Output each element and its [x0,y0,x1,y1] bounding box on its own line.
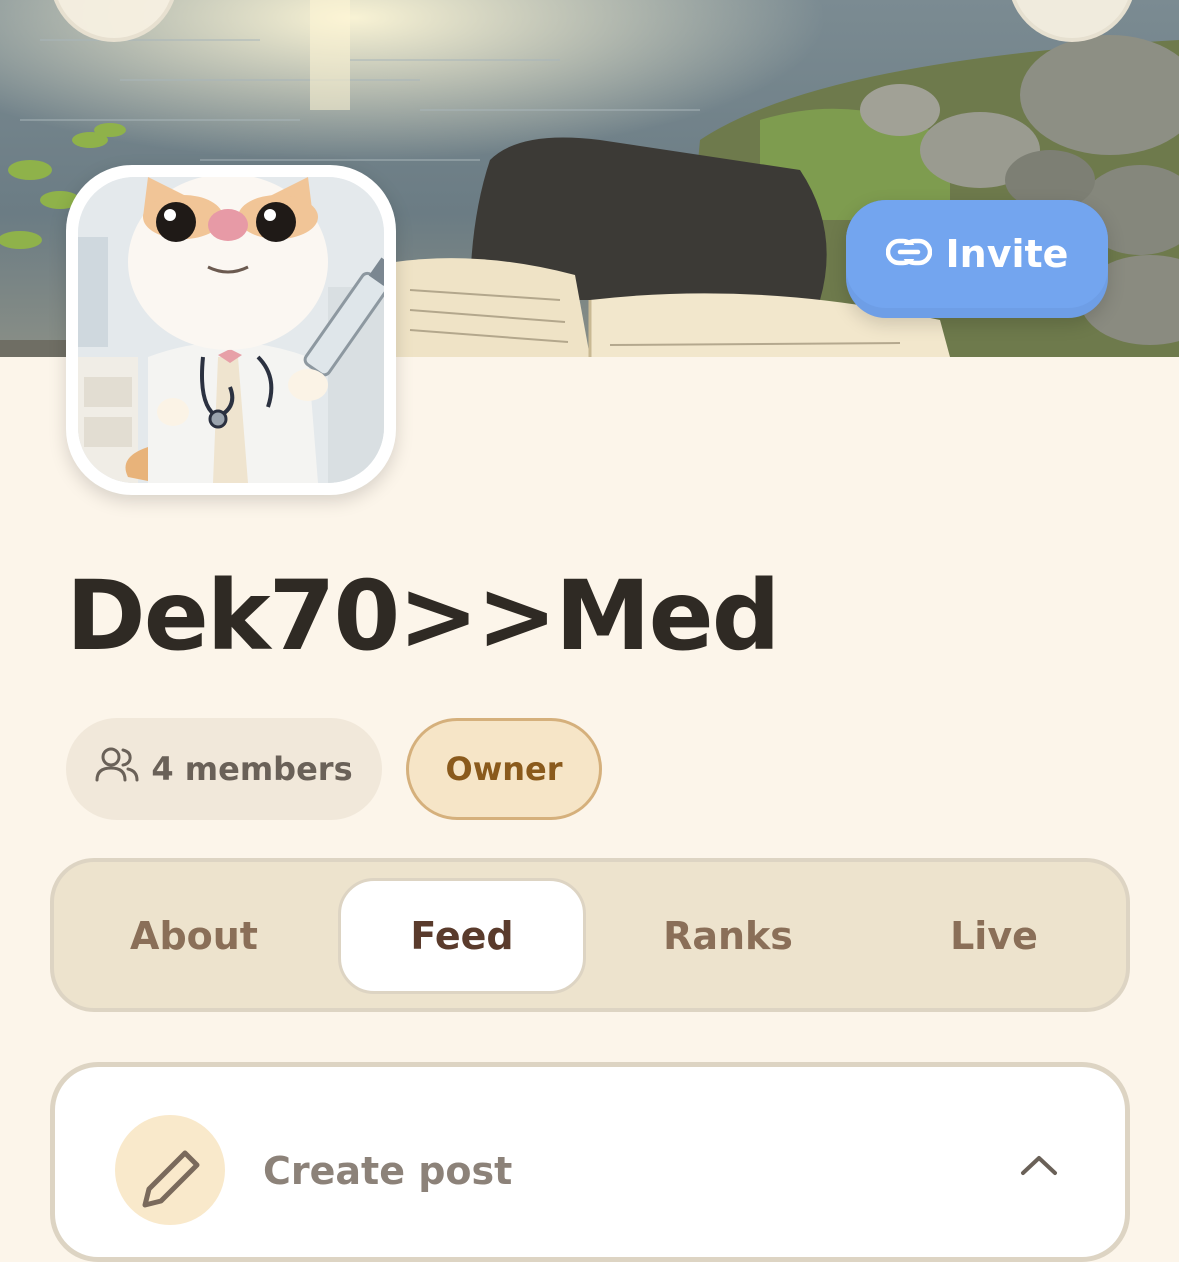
role-badge: Owner [406,718,602,820]
tab-ranks[interactable]: Ranks [604,878,852,994]
tab-feed[interactable]: Feed [338,878,586,994]
users-icon [95,746,139,792]
members-count: 4 members [151,750,353,788]
tab-bar: About Feed Ranks Live [50,858,1130,1012]
tab-live[interactable]: Live [870,878,1118,994]
chevron-up-icon[interactable] [1019,1153,1059,1181]
create-post-label: Create post [263,1149,513,1193]
invite-label: Invite [945,232,1069,276]
link-icon [885,237,932,271]
role-label: Owner [445,750,563,788]
group-title: Dek70>>Med [66,560,780,672]
invite-button[interactable]: Invite [846,200,1108,318]
tab-about[interactable]: About [70,878,318,994]
pencil-icon [115,1115,225,1225]
group-avatar[interactable] [66,165,396,495]
members-chip[interactable]: 4 members [66,718,382,820]
avatar-image [78,177,384,483]
create-post-card[interactable]: Create post [50,1062,1130,1262]
